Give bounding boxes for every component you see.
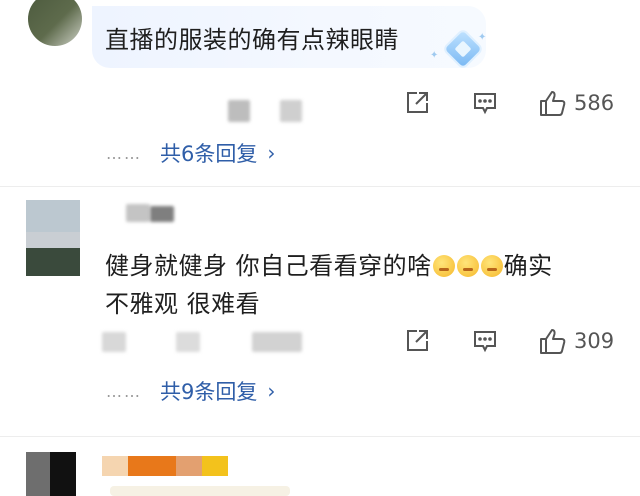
comment-text-part: 确实 — [503, 252, 553, 280]
blurred-username — [126, 204, 150, 222]
sparkle-icon: ✦ — [430, 50, 439, 61]
thumbs-up-icon — [538, 88, 568, 118]
share-icon — [404, 90, 430, 116]
avatar[interactable] — [26, 452, 50, 496]
blurred-username — [128, 456, 176, 476]
chevron-right-icon: › — [267, 141, 276, 165]
avatar[interactable] — [50, 452, 76, 496]
share-button[interactable] — [404, 90, 430, 116]
blurred-username — [102, 456, 128, 476]
divider — [0, 186, 640, 187]
sweating-face-emoji — [432, 255, 455, 277]
avatar[interactable] — [26, 200, 80, 276]
comment-text-line2: 不雅观 很难看 — [105, 290, 261, 318]
dots: …… — [106, 381, 142, 401]
blurred-username — [202, 456, 228, 476]
blurred-meta — [228, 100, 250, 122]
share-icon — [404, 328, 430, 354]
share-button[interactable] — [404, 328, 430, 354]
comment-text-part: 健身就健身 你自己看看穿的啥 — [105, 252, 432, 280]
thumbs-up-icon — [538, 326, 568, 356]
blurred-content — [110, 486, 290, 496]
blurred-meta — [102, 332, 126, 352]
comment-icon — [472, 328, 498, 354]
sweating-face-emoji — [456, 255, 479, 277]
view-replies-link[interactable]: …… 共6条回复 › — [106, 138, 275, 168]
like-count: 586 — [574, 91, 615, 115]
blurred-meta — [176, 332, 200, 352]
blurred-meta — [280, 100, 302, 122]
sparkle-icon: ✦ — [478, 32, 487, 43]
blurred-username — [150, 206, 174, 222]
like-button[interactable]: 586 — [538, 88, 614, 118]
comment-text: 直播的服装的确有点辣眼睛 — [105, 26, 399, 54]
comment-icon — [472, 90, 498, 116]
blurred-username — [176, 456, 202, 476]
avatar[interactable] — [28, 0, 82, 46]
like-count: 309 — [574, 329, 615, 353]
chevron-right-icon: › — [267, 379, 276, 403]
divider — [0, 436, 640, 437]
like-button[interactable]: 309 — [538, 326, 614, 356]
dots: …… — [106, 143, 142, 163]
replies-label: 共6条回复 — [160, 142, 258, 166]
sweating-face-emoji — [480, 255, 503, 277]
blurred-meta — [252, 332, 302, 352]
comment-text: 健身就健身 你自己看看穿的啥 确实 — [105, 246, 553, 281]
view-replies-link[interactable]: …… 共9条回复 › — [106, 376, 275, 406]
comment-button[interactable] — [472, 328, 498, 354]
comment-button[interactable] — [472, 90, 498, 116]
replies-label: 共9条回复 — [160, 380, 258, 404]
